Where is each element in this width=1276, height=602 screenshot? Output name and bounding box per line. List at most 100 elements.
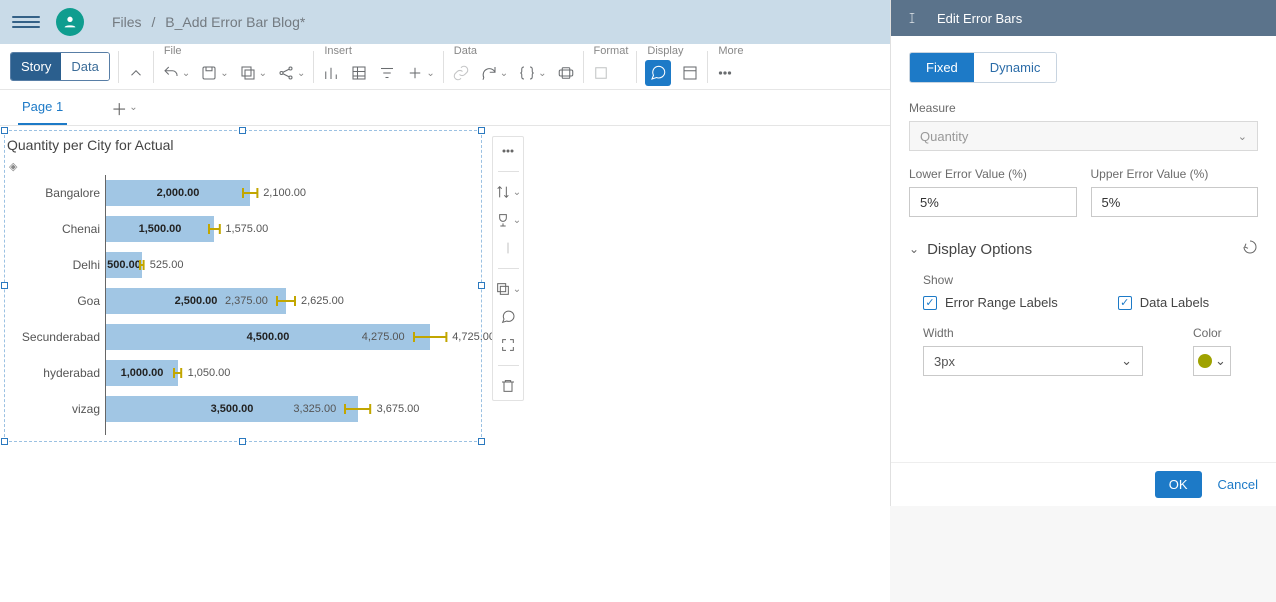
sort-icon[interactable]: ⌄ [495, 184, 521, 200]
group-label-format: Format [592, 45, 629, 57]
bar-row: Chenai1,500.001,575.00 [106, 211, 481, 247]
error-bar [172, 366, 183, 380]
comment-icon[interactable] [645, 60, 671, 86]
seg-fixed[interactable]: Fixed [910, 53, 974, 82]
chk-data-labels[interactable]: ✓ Data Labels [1118, 295, 1209, 310]
chart-icon[interactable] [322, 64, 340, 82]
error-upper-label: 3,675.00 [377, 403, 420, 415]
error-upper-label: 1,575.00 [225, 223, 268, 235]
comment-widget-icon[interactable] [500, 309, 516, 325]
layout-icon[interactable] [681, 64, 699, 82]
fullscreen-icon[interactable] [500, 337, 516, 353]
bar-category-label: Delhi [6, 258, 100, 272]
bar-row: Delhi500.00525.00 [106, 247, 481, 283]
save-icon[interactable]: ⌄ [200, 64, 228, 82]
group-label-insert: Insert [322, 45, 434, 57]
chevron-down-icon: ⌄ [1238, 130, 1247, 143]
error-upper-label: 1,050.00 [188, 367, 231, 379]
chk-error-range-labels[interactable]: ✓ Error Range Labels [923, 295, 1058, 310]
refresh-icon[interactable]: ⌄ [480, 64, 508, 82]
group-label-data: Data [452, 45, 575, 57]
chart-plot: Bangalore2,000.002,100.00Chenai1,500.001… [105, 175, 481, 435]
bar-row: Secunderabad4,500.004,275.004,725.00 [106, 319, 481, 355]
filter-icon[interactable] [378, 64, 396, 82]
width-label: Width [923, 326, 1143, 340]
bar-row: vizag3,500.003,325.003,675.00 [106, 391, 481, 427]
copy-icon[interactable]: ⌄ [239, 64, 267, 82]
share-icon[interactable]: ⌄ [277, 64, 305, 82]
canvas: Quantity per City for Actual ◈ Bangalore… [0, 130, 890, 602]
mode-story[interactable]: Story [11, 53, 61, 80]
panel-header: Edit Error Bars [891, 0, 1276, 36]
error-upper-label: 4,725.00 [452, 331, 495, 343]
error-bar [275, 294, 297, 308]
braces-icon[interactable]: ⌄ [518, 64, 546, 82]
table-icon[interactable] [350, 64, 368, 82]
mode-data[interactable]: Data [61, 53, 108, 80]
chevron-down-icon: ⌄ [1215, 353, 1226, 369]
cube-icon: ◈ [9, 161, 17, 173]
width-dropdown[interactable]: 3px ⌄ [923, 346, 1143, 376]
bar-category-label: Chenai [6, 222, 100, 236]
measure-dropdown[interactable]: Quantity ⌄ [909, 121, 1258, 151]
ok-button[interactable]: OK [1155, 471, 1202, 498]
upper-error-input[interactable] [1091, 187, 1259, 217]
breadcrumb: Files / B_Add Error Bar Blog* [112, 14, 305, 30]
rank-icon[interactable]: ⌄ [495, 212, 521, 228]
error-bar [207, 222, 222, 236]
bar[interactable]: 1,500.00 [106, 216, 214, 242]
delete-icon[interactable] [500, 378, 516, 394]
bar-category-label: Secunderabad [6, 330, 100, 344]
error-upper-label: 2,100.00 [263, 187, 306, 199]
more-icon[interactable] [716, 64, 734, 82]
bar-category-label: Goa [6, 294, 100, 308]
show-label: Show [923, 273, 1258, 287]
lower-error-input[interactable] [909, 187, 1077, 217]
display-options-header[interactable]: ⌄ Display Options [909, 239, 1258, 259]
color-label: Color [1193, 326, 1231, 340]
bar-row: Goa2,500.002,375.002,625.00 [106, 283, 481, 319]
group-label-file: File [162, 45, 306, 57]
lower-error-label: Lower Error Value (%) [909, 167, 1077, 181]
measure-label: Measure [909, 101, 1258, 115]
error-upper-label: 2,625.00 [301, 295, 344, 307]
bar-row: hyderabad1,000.001,050.00 [106, 355, 481, 391]
page-tabs: Page 1 ＋⌄ [0, 90, 890, 126]
plus-icon[interactable]: ⌄ [406, 64, 434, 82]
mode-toggle[interactable]: Story Data [10, 52, 110, 81]
breadcrumb-root[interactable]: Files [112, 14, 142, 30]
chart-widget[interactable]: Quantity per City for Actual ◈ Bangalore… [4, 130, 482, 442]
bar-row: Bangalore2,000.002,100.00 [106, 175, 481, 211]
format-icon [592, 64, 610, 82]
bar[interactable]: 2,000.00 [106, 180, 250, 206]
avatar[interactable] [56, 8, 84, 36]
error-bar-icon [905, 11, 919, 25]
bar[interactable]: 500.00 [106, 252, 142, 278]
seg-dynamic[interactable]: Dynamic [974, 53, 1057, 82]
page-tab-1[interactable]: Page 1 [18, 90, 67, 125]
color-swatch [1198, 354, 1212, 368]
error-upper-label: 525.00 [150, 259, 184, 271]
group-label-more: More [716, 45, 743, 57]
bar-category-label: hyderabad [6, 366, 100, 380]
breadcrumb-current[interactable]: B_Add Error Bar Blog* [165, 14, 305, 30]
dimension-icon[interactable] [557, 64, 575, 82]
error-lower-label: 4,275.00 [362, 331, 405, 343]
copy-widget-icon[interactable]: ⌄ [495, 281, 521, 297]
color-picker[interactable]: ⌄ [1193, 346, 1231, 376]
error-type-toggle[interactable]: Fixed Dynamic [909, 52, 1057, 83]
error-bar [343, 402, 372, 416]
variance-icon[interactable] [500, 240, 516, 256]
bar[interactable]: 1,000.00 [106, 360, 178, 386]
error-lower-label: 3,325.00 [293, 403, 336, 415]
link-icon [452, 64, 470, 82]
chevron-up-icon[interactable] [127, 64, 145, 82]
cancel-button[interactable]: Cancel [1218, 477, 1258, 492]
panel-title: Edit Error Bars [937, 11, 1022, 26]
more-dots-icon[interactable] [500, 143, 516, 159]
reset-icon[interactable] [1242, 239, 1258, 259]
add-page-icon[interactable]: ＋⌄ [111, 96, 137, 120]
hamburger-icon[interactable] [12, 16, 40, 28]
undo-icon[interactable]: ⌄ [162, 64, 190, 82]
error-lower-label: 2,375.00 [225, 295, 268, 307]
